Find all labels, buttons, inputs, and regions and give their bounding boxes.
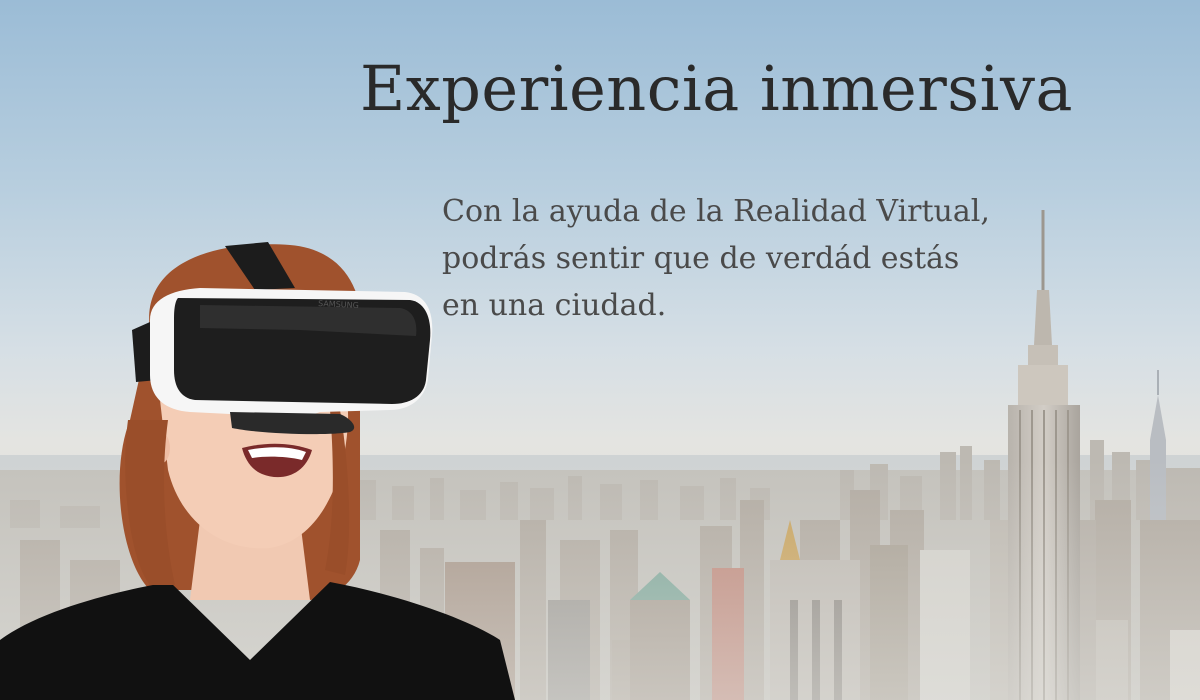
headline: Experiencia inmersiva (360, 52, 1073, 125)
subtext-line-3: en una ciudad. (442, 288, 667, 323)
subtext-line-1: Con la ayuda de la Realidad Virtual, (442, 194, 990, 229)
subtext: Con la ayuda de la Realidad Virtual, pod… (442, 188, 1082, 329)
hero-banner: SAMSUNG Experiencia inmersiva Con la ayu… (0, 0, 1200, 700)
subtext-line-2: podrás sentir que de verdád estás (442, 241, 960, 276)
